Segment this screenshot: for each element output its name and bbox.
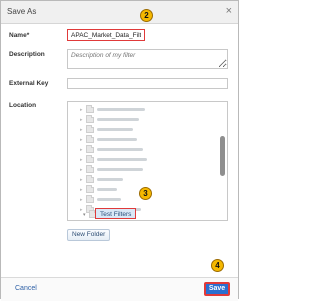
blurred-folder-name	[97, 148, 143, 151]
tree-item[interactable]: ▸	[80, 124, 133, 134]
tree-item[interactable]: ▸	[80, 144, 143, 154]
tree-item[interactable]: ▸	[80, 114, 139, 124]
folder-icon	[86, 154, 94, 163]
save-as-dialog: Save As × Name* 2 Description External K…	[0, 0, 239, 301]
callout-badge-3: 3	[139, 187, 152, 200]
blurred-folder-name	[97, 128, 133, 131]
close-icon[interactable]: ×	[226, 5, 232, 17]
dialog-footer: Cancel Save	[1, 277, 238, 301]
tree-item-test-filters[interactable]: Test Filters	[95, 208, 137, 219]
cancel-button[interactable]: Cancel	[15, 285, 37, 292]
folder-icon	[86, 114, 94, 123]
description-field[interactable]	[67, 49, 228, 69]
dialog-title: Save As	[7, 7, 37, 16]
blurred-folder-name	[97, 168, 143, 171]
tree-item[interactable]: ▸	[80, 194, 121, 204]
description-label: Description	[9, 51, 45, 58]
blurred-folder-name	[97, 138, 137, 141]
new-folder-button[interactable]: New Folder	[67, 229, 111, 241]
tree-scrollbar[interactable]	[220, 106, 225, 218]
save-button[interactable]: Save	[204, 282, 230, 296]
callout-badge-4: 4	[211, 259, 224, 272]
blurred-folder-name	[97, 158, 147, 161]
tree-item[interactable]: ▸	[80, 164, 143, 174]
folder-icon	[86, 104, 94, 113]
folder-icon	[86, 124, 94, 133]
tree-item[interactable]: ▸	[80, 104, 145, 114]
blurred-folder-name	[97, 198, 121, 201]
tree-item[interactable]: ▸	[80, 134, 137, 144]
location-tree[interactable]: ▸ ▸ ▸ ▸ ▸ ▸ ▸ ▸ ▸ ▸ ▸	[67, 101, 228, 221]
blurred-folder-name	[97, 188, 117, 191]
name-label: Name*	[9, 32, 30, 39]
scroll-thumb[interactable]	[220, 136, 225, 176]
folder-icon	[86, 164, 94, 173]
blurred-folder-name	[97, 118, 139, 121]
callout-badge-2: 2	[140, 9, 153, 22]
tree-item[interactable]: ▸	[80, 174, 123, 184]
folder-icon	[86, 194, 94, 203]
tree-item[interactable]: ▸	[80, 154, 147, 164]
name-input[interactable]	[67, 29, 145, 41]
blurred-folder-name	[97, 178, 123, 181]
tree-item[interactable]: ▸	[80, 184, 117, 194]
external-key-label: External Key	[9, 80, 49, 87]
folder-icon	[86, 184, 94, 193]
blurred-folder-name	[97, 108, 145, 111]
location-label: Location	[9, 102, 37, 109]
folder-icon	[86, 134, 94, 143]
folder-icon	[86, 144, 94, 153]
dialog-titlebar: Save As ×	[1, 1, 238, 24]
external-key-input[interactable]	[67, 78, 228, 89]
folder-icon	[86, 174, 94, 183]
